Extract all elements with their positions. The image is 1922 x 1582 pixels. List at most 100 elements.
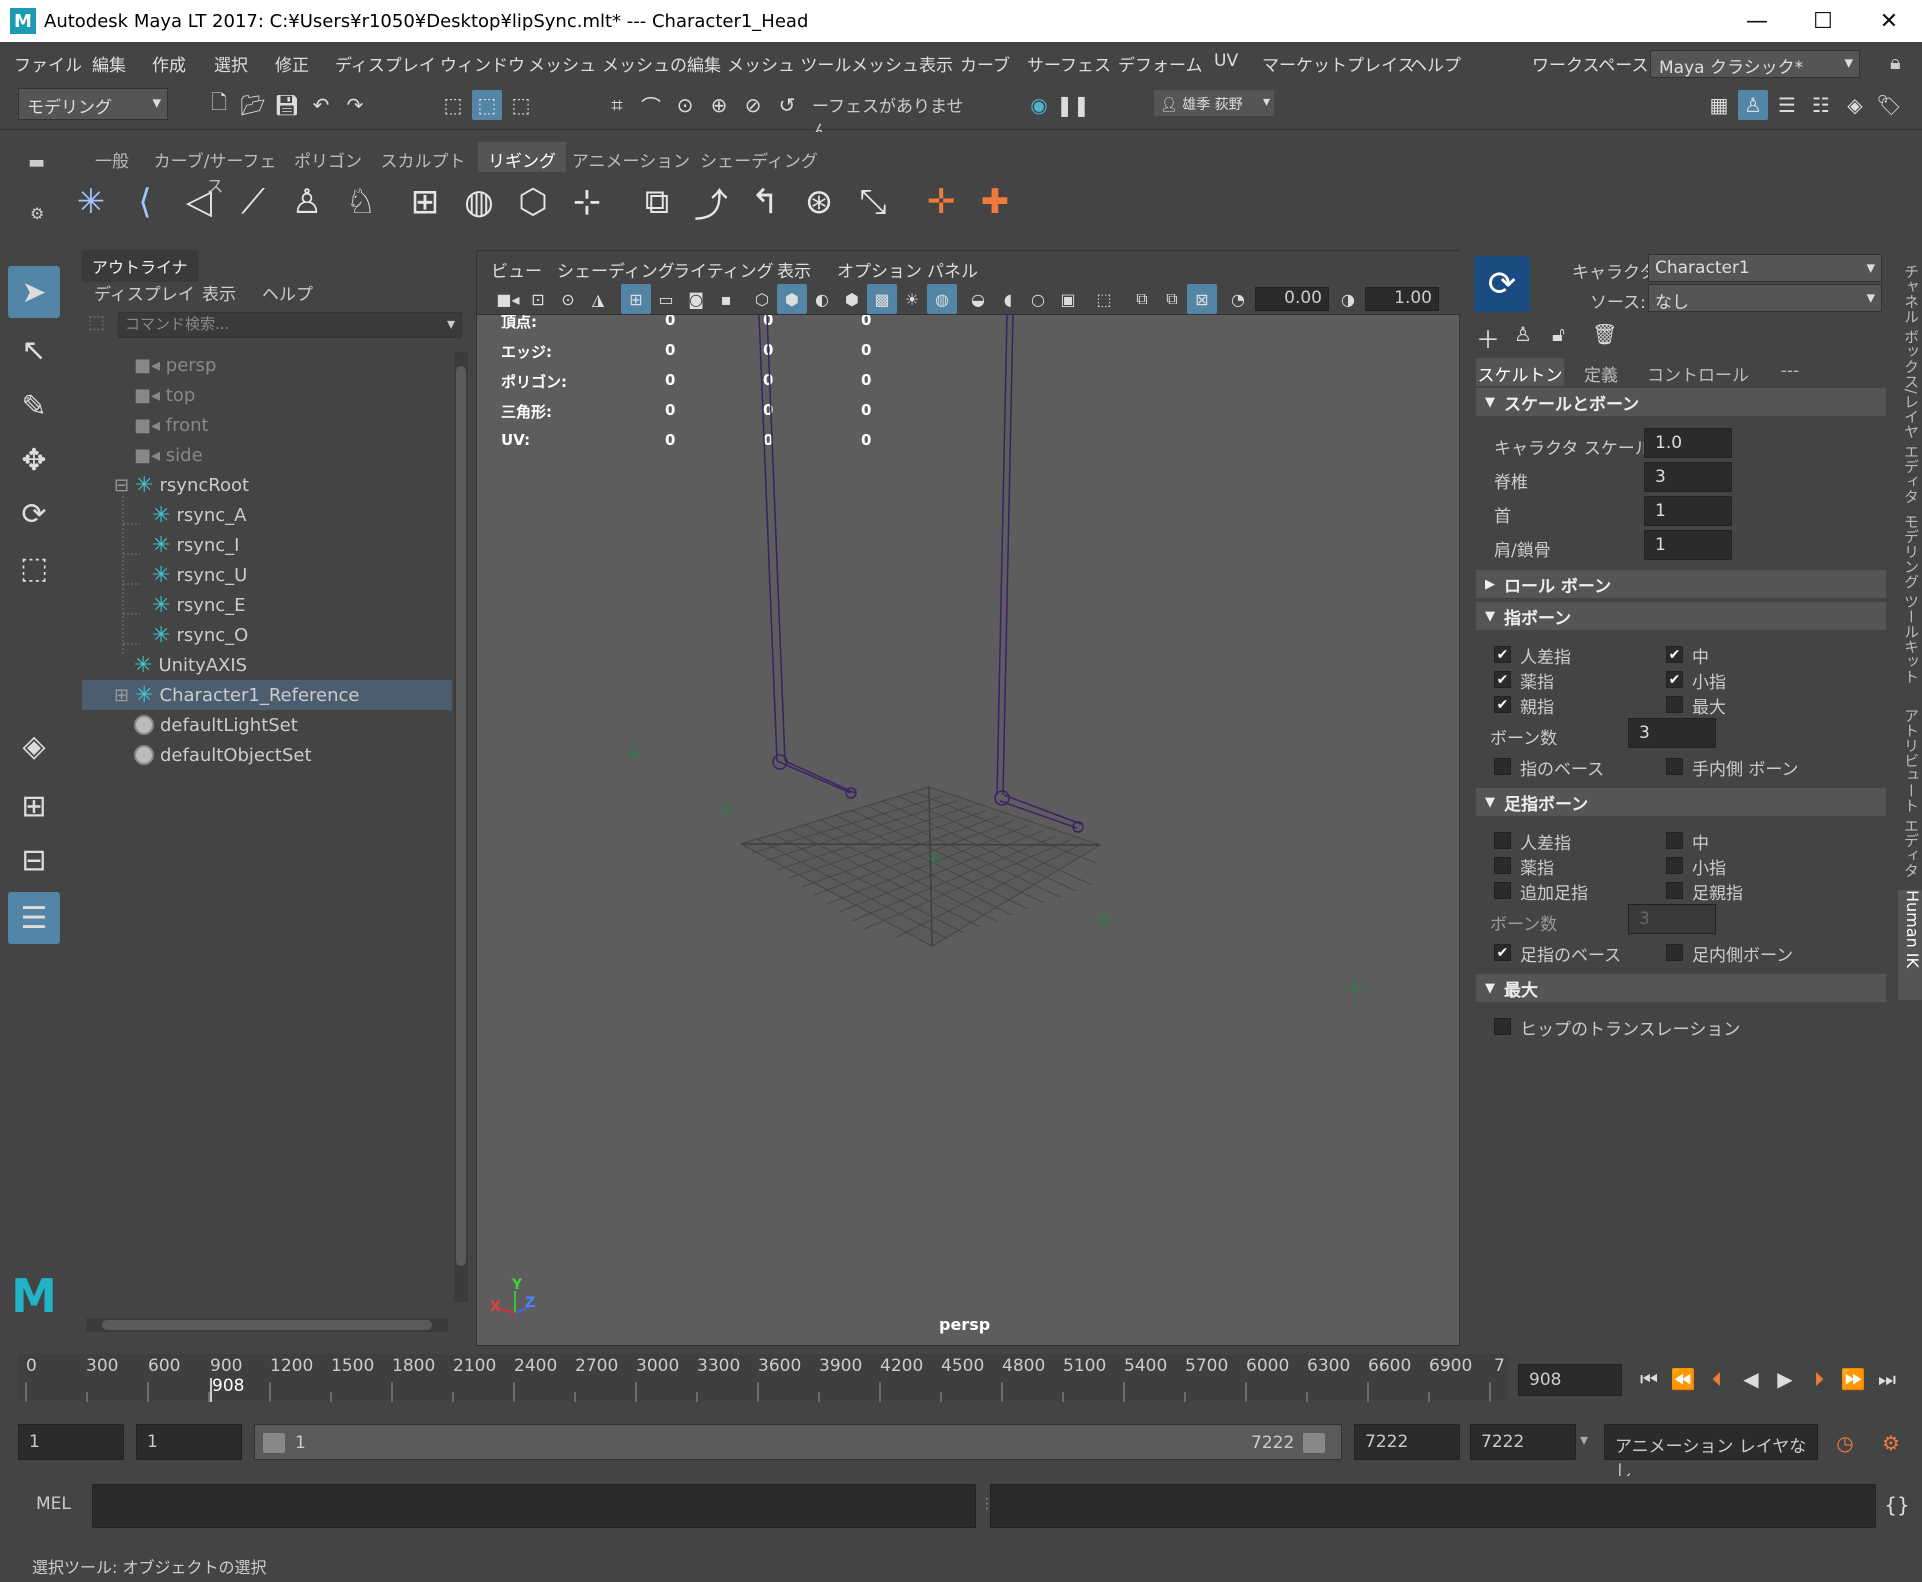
scale-tool-icon[interactable]: ⬚	[8, 542, 60, 594]
layer-editor-icon[interactable]: 🏷︎	[1874, 90, 1904, 120]
shelf-tab-sculpting[interactable]: スカルプト	[372, 142, 474, 172]
outliner-item-front[interactable]: ■◂ front	[82, 410, 452, 440]
xray-icon[interactable]: ◍	[927, 284, 957, 314]
undo-icon[interactable]: ↶	[306, 90, 336, 120]
point-constraint-icon[interactable]: ⤴	[686, 177, 736, 227]
outliner-tab[interactable]: アウトライナ	[82, 250, 198, 282]
modeling-toolkit-icon[interactable]: ▦	[1704, 90, 1734, 120]
finger-thumb-checkbox[interactable]: ✔	[1494, 696, 1511, 713]
character-select[interactable]: Character1 ▾	[1648, 254, 1882, 282]
shelf-tab-rigging[interactable]: リギング	[478, 142, 566, 172]
move-tool-icon[interactable]: ✥	[8, 434, 60, 486]
outliner-menu-display[interactable]: ディスプレイ	[94, 280, 195, 305]
menu-set-select[interactable]: モデリング ▾	[18, 88, 168, 120]
camera-attributes-icon[interactable]: ⊡	[523, 284, 553, 314]
ik-handle-icon[interactable]: ⟋	[228, 177, 278, 227]
side-tab-channel-box[interactable]: チャネル ボックス/レイヤ エディタ	[1898, 264, 1922, 504]
foot-inner-bone-checkbox[interactable]	[1666, 944, 1683, 961]
menu-select[interactable]: 選択	[214, 51, 248, 76]
menu-marketplace[interactable]: マーケットプレイス	[1262, 51, 1415, 76]
finger-extra-checkbox[interactable]	[1666, 696, 1683, 713]
bookmark-icon[interactable]: ⊙	[553, 284, 583, 314]
shelf-menu-icon[interactable]: ▬	[28, 152, 45, 173]
human-ik-shelf-icon[interactable]: ♘	[336, 177, 386, 227]
section-toe-bones[interactable]: ▼ 足指ボーン	[1476, 788, 1886, 816]
shadows-icon[interactable]: ☀	[897, 284, 927, 314]
tab-controls[interactable]: コントロール	[1638, 358, 1758, 386]
menu-edit[interactable]: 編集	[92, 51, 126, 76]
menu-curves[interactable]: カーブ	[960, 51, 1010, 76]
grid-toggle-icon[interactable]: ⊞	[621, 284, 651, 314]
insert-joint-icon[interactable]: ⟨	[120, 177, 170, 227]
textured-icon[interactable]: ⬢	[837, 284, 867, 314]
quick-rig-icon[interactable]: ♙	[282, 177, 332, 227]
tab-definition[interactable]: 定義	[1566, 358, 1636, 386]
viewport-menu-options[interactable]: オプション	[837, 257, 922, 282]
depth-of-field-icon[interactable]: ▣	[1053, 284, 1083, 314]
playback-start-field[interactable]: 1	[136, 1424, 242, 1460]
toe-extra-checkbox[interactable]	[1494, 882, 1511, 899]
menu-help[interactable]: ヘルプ	[1410, 51, 1461, 76]
current-frame-field[interactable]: 908	[1518, 1364, 1622, 1396]
shelf-tab-shading[interactable]: シェーディング	[696, 142, 822, 172]
viewport-menu-panels[interactable]: パネル	[927, 257, 978, 282]
menu-mesh[interactable]: メッシュ	[528, 51, 596, 76]
user-account[interactable]: 👤︎ 雄季 荻野 ▾	[1154, 90, 1274, 116]
snap-curve-icon[interactable]: ⌒	[636, 90, 666, 120]
ambient-occlusion-icon[interactable]: ◒	[963, 284, 993, 314]
snap-together-icon[interactable]: ↺	[772, 90, 802, 120]
hip-translation-checkbox[interactable]	[1494, 1018, 1511, 1035]
lattice-icon[interactable]: ⬡	[508, 177, 558, 227]
finger-index-checkbox[interactable]: ✔	[1494, 646, 1511, 663]
viewport-menu-lighting[interactable]: ライティング	[673, 257, 774, 282]
finger-pinky-checkbox[interactable]: ✔	[1666, 671, 1683, 688]
toe-big-checkbox[interactable]	[1666, 882, 1683, 899]
animation-start-field[interactable]: 1	[18, 1424, 124, 1460]
delete-icon[interactable]: 🗑︎	[1592, 322, 1617, 346]
menu-mesh-tools[interactable]: メッシュ ツール	[727, 51, 851, 76]
channel-box-icon[interactable]: ◈	[1840, 90, 1870, 120]
skeleton-locator-icon[interactable]: ✚	[970, 177, 1020, 227]
menu-create[interactable]: 作成	[152, 51, 186, 76]
wireframe-icon[interactable]: ⬡	[747, 284, 777, 314]
tab-skeleton[interactable]: スケルトン	[1476, 358, 1564, 386]
motion-blur-icon[interactable]: ◖	[993, 284, 1023, 314]
unlock-icon[interactable]: 🔓︎	[1552, 322, 1565, 346]
toe-index-checkbox[interactable]	[1494, 832, 1511, 849]
hik-character-icon[interactable]: ⟳	[1474, 256, 1530, 312]
shoulder-field[interactable]: 1	[1644, 530, 1732, 560]
use-all-lights-icon[interactable]: ▩	[867, 284, 897, 314]
section-scale-and-bones[interactable]: ▼ スケールとボーン	[1476, 388, 1886, 416]
wireframe-on-shaded-icon[interactable]: ◐	[807, 284, 837, 314]
locator-icon[interactable]: ✛	[916, 177, 966, 227]
step-forward-frame-icon[interactable]: ⏵	[1804, 1364, 1834, 1394]
maximize-button[interactable]: ☐	[1790, 0, 1856, 42]
tab-more[interactable]: ---	[1760, 358, 1820, 386]
rotate-tool-icon[interactable]: ⟳	[8, 488, 60, 540]
range-start-handle[interactable]	[263, 1433, 285, 1453]
shelf-tab-curves[interactable]: カーブ/サーフェス	[146, 142, 284, 197]
save-scene-icon[interactable]: 💾︎	[272, 90, 302, 120]
snap-point-icon[interactable]: ⊙	[670, 90, 700, 120]
command-language-toggle[interactable]: MEL	[36, 1494, 71, 1514]
finger-ring-checkbox[interactable]: ✔	[1494, 671, 1511, 688]
xray-components-icon[interactable]: ⊠	[1187, 284, 1217, 314]
section-roll-bones[interactable]: ▶ ロール ボーン	[1476, 570, 1886, 598]
range-end-handle[interactable]	[1303, 1433, 1325, 1453]
menu-surfaces[interactable]: サーフェス	[1027, 51, 1111, 76]
toe-bone-count-field[interactable]: 3	[1628, 904, 1716, 934]
go-to-end-icon[interactable]: ⏭	[1872, 1364, 1902, 1394]
open-scene-icon[interactable]: 📂︎	[238, 90, 268, 120]
mirror-joint-icon[interactable]: ◁	[174, 177, 224, 227]
select-object-icon[interactable]: ⬚	[472, 90, 502, 120]
orient-constraint-icon[interactable]: ↰	[740, 177, 790, 227]
filter-icon[interactable]: ⬚	[88, 312, 110, 336]
outliner-item-defaultobjectset[interactable]: defaultObjectSet	[82, 740, 452, 770]
shelf-tab-polygons[interactable]: ポリゴン	[288, 142, 368, 172]
finger-base-checkbox[interactable]	[1494, 758, 1511, 775]
minimize-button[interactable]: —	[1724, 0, 1790, 42]
script-editor-icon[interactable]: {}	[1882, 1490, 1912, 1520]
viewport-canvas[interactable]: 頂点: 0 0 0 エッジ: 0 0 0 ポリゴン: 0 0 0 三角形: 0 …	[477, 315, 1461, 1345]
finger-bone-count-field[interactable]: 3	[1628, 718, 1716, 748]
snap-view-plane-icon[interactable]: ⊕	[704, 90, 734, 120]
